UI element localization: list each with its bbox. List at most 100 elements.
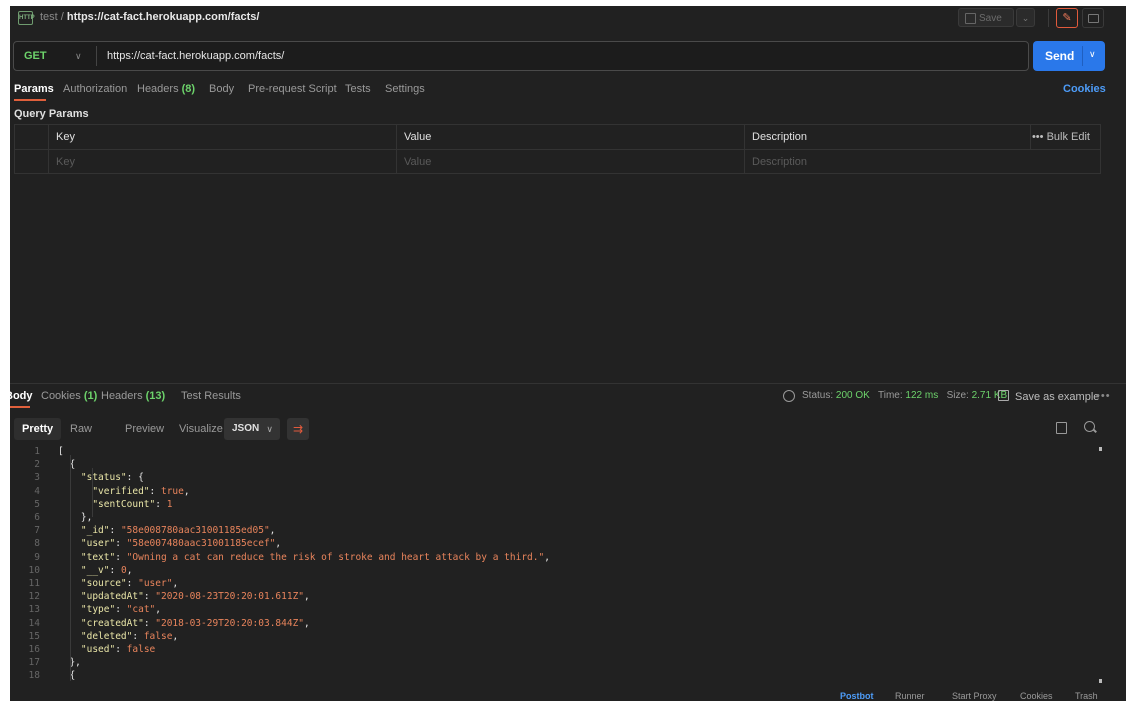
url-bar: GET ∨ https://cat-fact.herokuapp.com/fac… [13, 41, 1029, 71]
format-select[interactable]: JSON ∨ [224, 418, 280, 440]
chevron-down-icon: ∨ [266, 424, 273, 434]
collection-name[interactable]: test [40, 11, 58, 23]
request-tabs: Params Authorization Headers (8) Body Pr… [10, 83, 1110, 103]
comments-button[interactable] [1082, 8, 1104, 28]
line-number: 5 [34, 498, 40, 510]
code-line: "used": false [80, 644, 156, 655]
chevron-down-icon[interactable]: ∨ [75, 42, 82, 70]
send-button[interactable]: Send ∨ [1033, 41, 1105, 71]
tab-authorization[interactable]: Authorization [63, 83, 127, 95]
code-line: "text": "Owning a cat can reduce the ris… [80, 551, 550, 563]
tab-settings[interactable]: Settings [385, 83, 425, 95]
indent-guide [92, 468, 93, 517]
more-icon[interactable]: ••• [1096, 390, 1111, 402]
tab-params[interactable]: Params [14, 83, 54, 95]
line-number: 16 [28, 644, 40, 655]
tab-response-headers[interactable]: Headers (13) [101, 390, 165, 402]
code-line: "sentCount": 1 [92, 498, 173, 510]
key-input[interactable]: Key [49, 150, 397, 174]
divider [1048, 9, 1049, 27]
code-line: "verified": true, [92, 485, 190, 497]
code-line: "source": "user", [80, 578, 179, 589]
description-input[interactable]: Description [745, 150, 1100, 174]
postbot-button[interactable]: Postbot [840, 691, 874, 701]
bulk-edit-label: Bulk Edit [1046, 131, 1090, 143]
breadcrumb: test / https://cat-fact.herokuapp.com/fa… [40, 11, 259, 23]
code-line: "user": "58e007480aac31001185ecef", [80, 538, 282, 550]
tab-raw[interactable]: Raw [70, 418, 92, 440]
runner-button[interactable]: Runner [895, 691, 925, 701]
checkbox-column [15, 125, 49, 149]
code-line: "deleted": false, [80, 630, 179, 642]
line-number: 7 [34, 525, 40, 537]
tab-headers[interactable]: Headers (8) [137, 83, 195, 95]
chevron-down-icon[interactable]: ∨ [1089, 49, 1096, 60]
divider [1082, 46, 1083, 66]
scrollbar-top[interactable] [1099, 447, 1102, 451]
pane-divider[interactable] [10, 383, 1126, 384]
comment-icon [1088, 14, 1099, 23]
tab-response-cookies[interactable]: Cookies (1) [41, 390, 97, 402]
code-line: [ [58, 446, 64, 457]
tab-tests[interactable]: Tests [345, 83, 371, 95]
method-select[interactable]: GET [24, 42, 47, 70]
wrap-lines-icon: ⇉ [292, 422, 304, 436]
line-number: 14 [28, 617, 40, 629]
line-number: 9 [34, 551, 40, 563]
tab-visualize[interactable]: Visualize [179, 418, 223, 440]
query-params-table: Key Value Description ••• Bulk Edit Key … [14, 124, 1101, 174]
query-params-title: Query Params [14, 108, 89, 120]
table-header-row: Key Value Description ••• Bulk Edit [15, 125, 1100, 150]
start-proxy-button[interactable]: Start Proxy [952, 691, 997, 701]
line-number: 10 [28, 564, 40, 576]
headers-count: (8) [181, 83, 196, 95]
tab-response-body[interactable]: Body [10, 390, 33, 402]
code-line: }, [58, 512, 93, 523]
scrollbar-bottom[interactable] [1099, 679, 1102, 683]
tab-pre-request-script[interactable]: Pre-request Script [248, 83, 337, 95]
cookies-link[interactable]: Cookies [1063, 83, 1106, 95]
tab-test-results[interactable]: Test Results [181, 390, 241, 402]
trash-button[interactable]: Trash [1075, 691, 1098, 701]
format-label: JSON [232, 423, 260, 434]
globe-icon[interactable] [783, 390, 795, 402]
tab-preview[interactable]: Preview [125, 418, 164, 440]
code-line: "updatedAt": "2020-08-23T20:20:01.611Z", [80, 591, 310, 603]
edit-button[interactable]: ✎ [1056, 8, 1078, 28]
save-button[interactable]: Save [958, 8, 1014, 27]
save-as-example-button[interactable]: Save as example [998, 390, 1099, 403]
wrap-lines-button[interactable]: ⇉ [287, 418, 309, 440]
divider [96, 46, 97, 66]
status-badge: 200 OK [835, 390, 870, 401]
line-number: 17 [28, 657, 40, 669]
response-time: 122 ms [905, 390, 939, 401]
search-icon[interactable] [1084, 421, 1095, 432]
response-body-editor[interactable]: 1[2 {3 "status": {4 "verified": true, 5 "… [10, 442, 1100, 688]
cookies-button[interactable]: Cookies [1020, 691, 1053, 701]
row-checkbox[interactable] [15, 150, 49, 174]
response-status: Status: 200 OK Time: 122 ms Size: 2.71 K… [802, 390, 1008, 401]
url-input[interactable]: https://cat-fact.herokuapp.com/facts/ [107, 42, 284, 70]
code-line: { [58, 670, 76, 682]
column-header-value: Value [397, 125, 745, 149]
request-title-bar: HTTP test / https://cat-fact.herokuapp.c… [10, 6, 1115, 30]
save-dropdown-button[interactable]: ⌄ [1016, 8, 1035, 27]
cookies-count: (1) [83, 390, 98, 402]
request-name[interactable]: https://cat-fact.herokuapp.com/facts/ [67, 11, 260, 23]
line-number: 3 [34, 472, 40, 484]
copy-icon[interactable] [1056, 422, 1067, 434]
bulk-edit-button[interactable]: ••• Bulk Edit [1032, 125, 1090, 149]
headers-count: (13) [145, 390, 166, 402]
postman-window: HTTP test / https://cat-fact.herokuapp.c… [10, 6, 1126, 701]
tab-pretty[interactable]: Pretty [14, 418, 62, 440]
tab-body[interactable]: Body [209, 83, 234, 95]
breadcrumb-separator: / [60, 11, 64, 23]
send-label: Send [1045, 49, 1075, 63]
line-number: 1 [34, 446, 40, 457]
code-line: { [58, 459, 76, 471]
line-number: 8 [34, 538, 40, 550]
value-input[interactable]: Value [397, 150, 745, 174]
code-line: "type": "cat", [80, 604, 162, 616]
divider [1030, 125, 1031, 149]
save-icon [998, 390, 1009, 401]
